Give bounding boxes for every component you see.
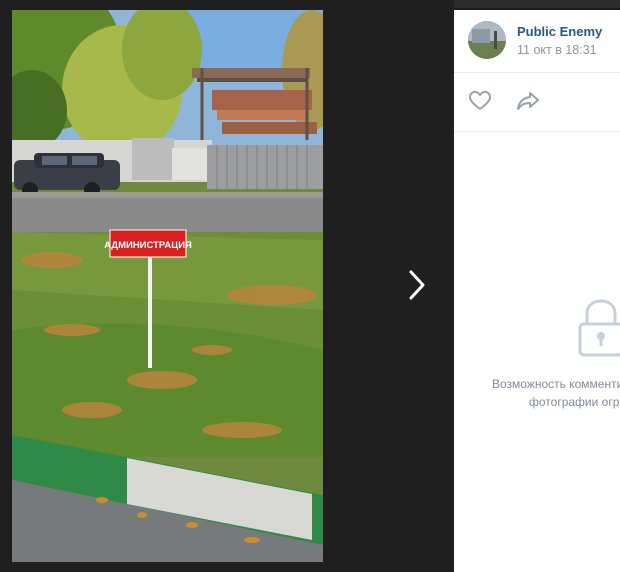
lock-icon — [578, 298, 620, 358]
next-photo-button[interactable] — [398, 262, 438, 308]
share-arrow-icon[interactable] — [515, 88, 541, 114]
heart-outline-icon[interactable] — [467, 88, 493, 114]
post-actions — [454, 73, 620, 132]
post-photo[interactable]: АДМИНИСТРАЦИЯ — [12, 10, 323, 562]
chevron-right-icon — [409, 270, 425, 300]
post-date[interactable]: 11 окт в 18:31 — [517, 43, 597, 57]
notice-line-1: Возможность комменти — [492, 377, 620, 391]
sign-text: АДМИНИСТРАЦИЯ — [104, 240, 192, 251]
comments-disabled-notice: Возможность комменти фотографии огр — [454, 375, 620, 415]
author-name-link[interactable]: Public Enemy — [517, 24, 602, 39]
post-side-panel: Public Enemy 11 окт в 18:31 Возможность … — [454, 10, 620, 572]
notice-line-2: фотографии огр — [529, 395, 620, 409]
post-header: Public Enemy 11 окт в 18:31 — [454, 10, 620, 73]
photo-viewer: АДМИНИСТРАЦИЯ — [0, 0, 454, 572]
avatar[interactable] — [468, 21, 506, 59]
